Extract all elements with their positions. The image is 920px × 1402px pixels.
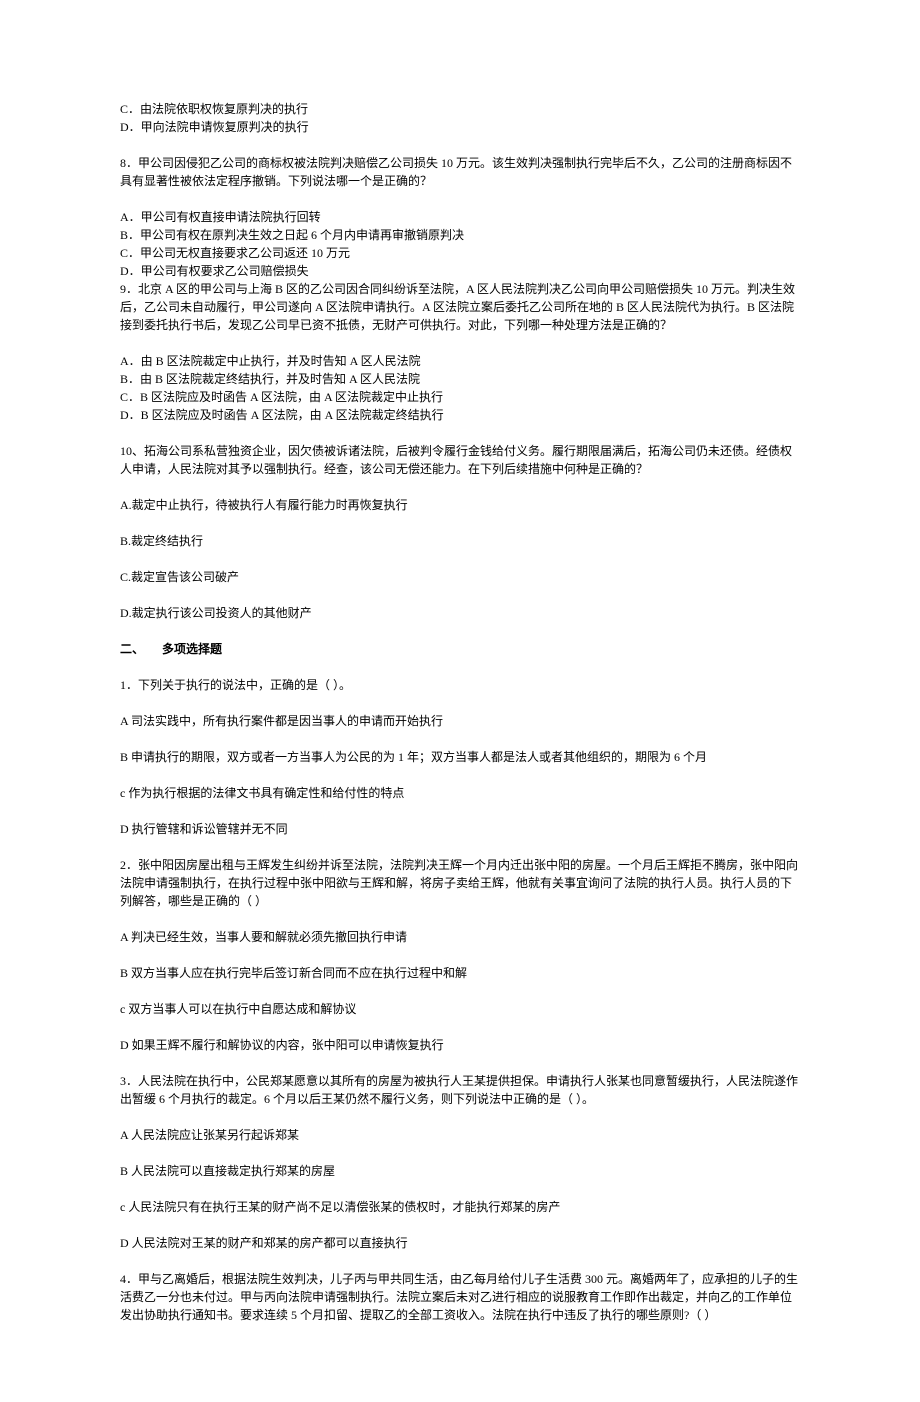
- m3-option-d: D 人民法院对王某的财产和郑某的房产都可以直接执行: [120, 1234, 800, 1252]
- m1-option-d: D 执行管辖和诉讼管辖并无不同: [120, 820, 800, 838]
- q10-option-b: B.裁定终结执行: [120, 532, 800, 550]
- m1-stem: 1．下列关于执行的说法中，正确的是（ ）。: [120, 676, 800, 694]
- q7-options: C．由法院依职权恢复原判决的执行 D．甲向法院申请恢复原判决的执行: [120, 100, 800, 136]
- q10: 10、拓海公司系私营独资企业，因欠债被诉诸法院，后被判令履行金钱给付义务。履行期…: [120, 442, 800, 478]
- m3-option-a: A 人民法院应让张某另行起诉郑某: [120, 1126, 800, 1144]
- q9-stem: 9．北京 A 区的甲公司与上海 B 区的乙公司因合同纠纷诉至法院，A 区人民法院…: [120, 280, 800, 334]
- m3-stem: 3．人民法院在执行中，公民郑某愿意以其所有的房屋为被执行人王某提供担保。申请执行…: [120, 1072, 800, 1108]
- q10-stem: 10、拓海公司系私营独资企业，因欠债被诉诸法院，后被判令履行金钱给付义务。履行期…: [120, 442, 800, 478]
- q8-options: A．甲公司有权直接申请法院执行回转 B．甲公司有权在原判决生效之日起 6 个月内…: [120, 208, 800, 334]
- q9-option-d: D．B 区法院应及时函告 A 区法院，由 A 区法院裁定终结执行: [120, 406, 800, 424]
- m3-option-b: B 人民法院可以直接裁定执行郑某的房屋: [120, 1162, 800, 1180]
- m2-option-a: A 判决已经生效，当事人要和解就必须先撤回执行申请: [120, 928, 800, 946]
- q10-option-d: D.裁定执行该公司投资人的其他财产: [120, 604, 800, 622]
- m2-option-b: B 双方当事人应在执行完毕后签订新合同而不应在执行过程中和解: [120, 964, 800, 982]
- q10-option-c: C.裁定宣告该公司破产: [120, 568, 800, 586]
- m2-option-d: D 如果王辉不履行和解协议的内容，张中阳可以申请恢复执行: [120, 1036, 800, 1054]
- q8-option-b: B．甲公司有权在原判决生效之日起 6 个月内申请再审撤销原判决: [120, 226, 800, 244]
- q8: 8．甲公司因侵犯乙公司的商标权被法院判决赔偿乙公司损失 10 万元。该生效判决强…: [120, 154, 800, 190]
- m1-option-c: c 作为执行根据的法律文书具有确定性和给付性的特点: [120, 784, 800, 802]
- q9-option-a: A．由 B 区法院裁定中止执行，并及时告知 A 区人民法院: [120, 352, 800, 370]
- section-2-title: 二、 多项选择题: [120, 640, 800, 658]
- q7-option-d: D．甲向法院申请恢复原判决的执行: [120, 118, 800, 136]
- q9-option-c: C．B 区法院应及时函告 A 区法院，由 A 区法院裁定中止执行: [120, 388, 800, 406]
- m2-stem: 2．张中阳因房屋出租与王辉发生纠纷并诉至法院，法院判决王辉一个月内迁出张中阳的房…: [120, 856, 800, 910]
- m4-stem: 4．甲与乙离婚后，根据法院生效判决，儿子丙与甲共同生活，由乙每月给付儿子生活费 …: [120, 1270, 800, 1324]
- q8-stem: 8．甲公司因侵犯乙公司的商标权被法院判决赔偿乙公司损失 10 万元。该生效判决强…: [120, 154, 800, 190]
- q9-option-b: B．由 B 区法院裁定终结执行，并及时告知 A 区人民法院: [120, 370, 800, 388]
- q9-options: A．由 B 区法院裁定中止执行，并及时告知 A 区人民法院 B．由 B 区法院裁…: [120, 352, 800, 424]
- m2-option-c: c 双方当事人可以在执行中自愿达成和解协议: [120, 1000, 800, 1018]
- q8-option-c: C．甲公司无权直接要求乙公司返还 10 万元: [120, 244, 800, 262]
- q8-option-d: D．甲公司有权要求乙公司赔偿损失: [120, 262, 800, 280]
- q10-option-a: A.裁定中止执行，待被执行人有履行能力时再恢复执行: [120, 496, 800, 514]
- m1-option-a: A 司法实践中，所有执行案件都是因当事人的申请而开始执行: [120, 712, 800, 730]
- q7-option-c: C．由法院依职权恢复原判决的执行: [120, 100, 800, 118]
- m1-option-b: B 申请执行的期限，双方或者一方当事人为公民的为 1 年；双方当事人都是法人或者…: [120, 748, 800, 766]
- m3-option-c: c 人民法院只有在执行王某的财产尚不足以清偿张某的债权时，才能执行郑某的房产: [120, 1198, 800, 1216]
- q8-option-a: A．甲公司有权直接申请法院执行回转: [120, 208, 800, 226]
